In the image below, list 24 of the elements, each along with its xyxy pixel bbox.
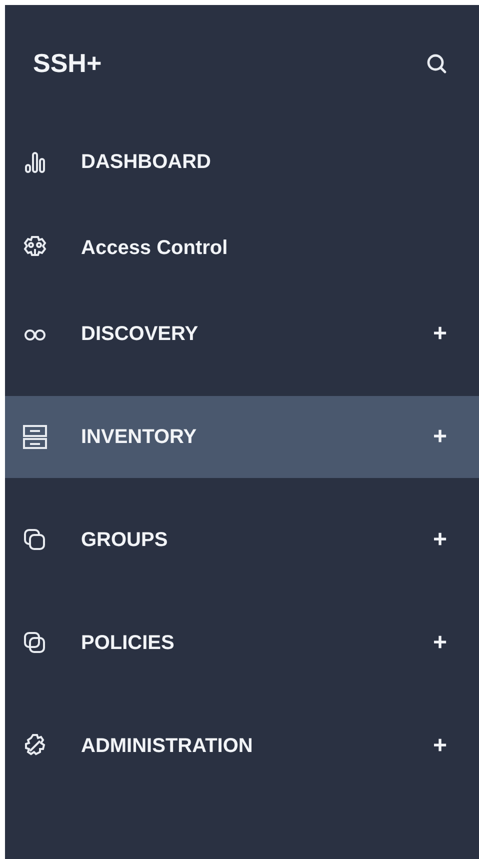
drawers-icon [22,424,48,450]
menu-label: ADMINISTRATION [81,734,254,758]
menu-label: DASHBOARD [81,150,212,174]
menu-label: DISCOVERY [81,322,200,346]
app-title: SSH+ [33,49,102,77]
overlapping-squares-icon [22,630,48,656]
menu-label: Access Control [81,236,229,260]
menu-item[interactable]: ADMINISTRATION + [5,705,479,787]
expand-toggle[interactable]: + [432,734,447,758]
menu-label: INVENTORY [81,426,198,448]
expand-toggle[interactable]: + [432,322,447,346]
menu-item[interactable]: DASHBOARD [5,121,479,203]
overlapping-squares-icon [22,527,48,553]
menu-item[interactable]: Access Control [5,207,479,289]
menu-label: POLICIES [81,632,176,654]
bar-chart-icon [22,149,48,175]
expand-toggle[interactable]: + [432,425,447,449]
menu-item[interactable]: POLICIES + [5,602,479,684]
expand-toggle[interactable]: + [432,528,447,552]
expand-toggle[interactable]: + [432,631,447,655]
menu-item[interactable]: GROUPS + [5,499,479,581]
menu-label: GROUPS [81,528,169,552]
menu-item[interactable]: INVENTORY + [5,396,479,478]
menu-item[interactable]: DISCOVERY + [5,293,479,375]
